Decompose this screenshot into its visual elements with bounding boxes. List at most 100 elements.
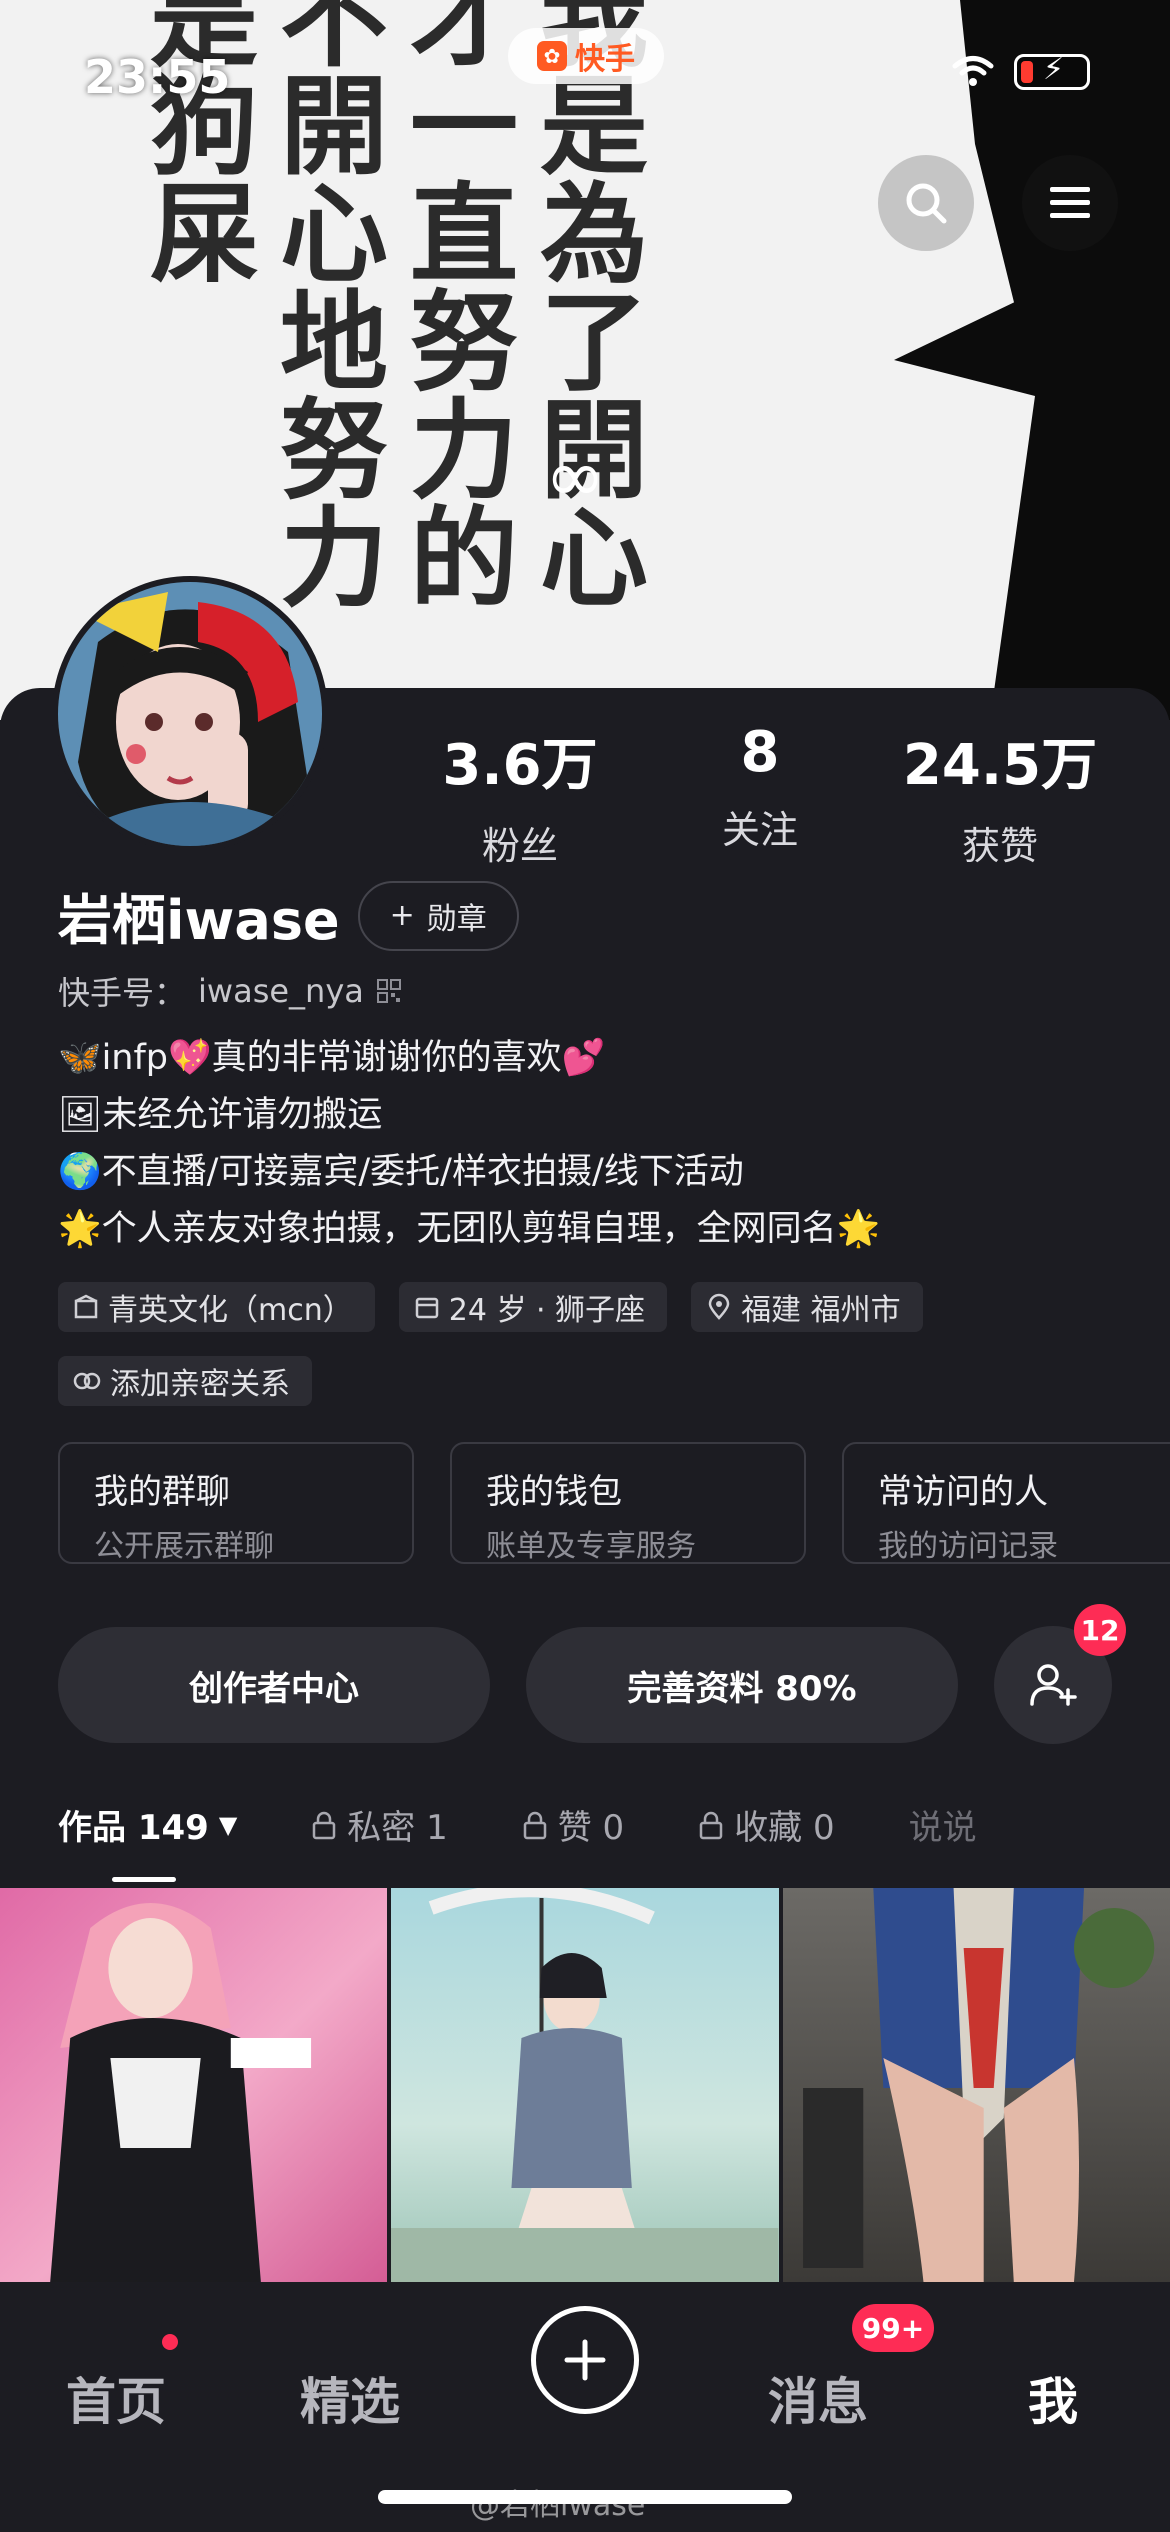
banner-silhouette [894,0,1170,720]
lock-icon [523,1811,546,1839]
friend-request-badge: 12 [1074,1604,1126,1656]
banner-character: 才 [410,0,519,82]
lock-icon [313,1811,336,1839]
banner-character: 開 [280,64,389,190]
stat-label: 关注 [721,808,798,852]
medal-label: 勋章 [426,901,487,937]
kuaishou-id-label: 快手号： [58,974,187,1012]
tab-label: 说说 [908,1808,977,1848]
work-thumbnail[interactable] [0,1888,388,2282]
banner-character: 不 [280,0,389,82]
active-tab-indicator [112,1877,176,1882]
search-button[interactable] [878,155,974,251]
banner-character: 地 [280,280,389,406]
creator-center-button[interactable]: 创作者中心 [58,1627,490,1743]
work-image [391,1888,779,2282]
tab-favorites[interactable]: 收藏 0 [698,1800,835,1849]
banner-character: 屎 [150,172,259,298]
work-thumbnail[interactable] [391,1888,779,2282]
add-relation-button[interactable]: 添加亲密关系 [58,1356,312,1406]
works-grid [0,1888,1170,2282]
bio-line: 🖼未经允许请勿搬运 [58,1095,383,1135]
banner-character: 努 [280,388,389,514]
kuaishou-id: iwase_nya [198,972,364,1010]
kuaishou-pill[interactable]: ✿ 快手 [508,28,664,84]
nav-featured[interactable]: 精选 [300,2362,400,2434]
tab-label: 私密 1 [347,1808,448,1848]
quick-card-subtitle: 公开展示群聊 [94,1529,274,1564]
work-image [50,1903,312,2282]
nav-me[interactable]: 我 [1028,2362,1078,2434]
avatar-image [58,582,322,846]
banner-character: 力 [280,496,389,622]
banner-character: 一 [410,64,519,190]
banner-character: 努 [410,280,519,406]
lock-icon [699,1811,723,1839]
stat-following[interactable]: 8 关注 [640,720,880,870]
medal-button[interactable]: + 勋章 [357,880,519,951]
name-row: 岩栖iwase + 勋章 [58,876,519,955]
wifi-icon [952,56,994,86]
bio-line: 🦋infp💖真的非常谢谢你的喜欢💕 [58,1038,606,1078]
add-user-icon [1030,1664,1077,1706]
caret-down-icon: ▼ [218,1810,238,1839]
infinity-icon: ∞ [545,434,605,518]
banner-character: 直 [410,172,519,298]
stat-followers[interactable]: 3.6万 粉丝 [400,720,640,870]
banner-character: 的 [410,496,519,622]
nav-messages[interactable]: 消息 [768,2362,868,2434]
tag-age[interactable]: 24 岁 · 狮子座 [398,1282,668,1332]
tag-location[interactable]: 福建 福州市 [691,1282,923,1332]
banner-character: 是 [540,64,649,190]
quick-card-wallet[interactable]: 我的钱包 账单及专享服务 [450,1442,806,1564]
profile-tags: 青英文化（mcn） 24 岁 · 狮子座 福建 福州市 [58,1282,923,1332]
stat-likes[interactable]: 24.5万 获赞 [880,720,1120,870]
quick-card-frequent-visitors[interactable]: 常访问的人 我的访问记录 [842,1442,1170,1564]
banner-character: 了 [540,280,649,406]
create-post-button[interactable] [531,2306,639,2414]
tab-moments[interactable]: 说说 [909,1800,977,1849]
profile-name: 岩栖iwase [58,889,340,952]
quick-card-group-chat[interactable]: 我的群聊 公开展示群聊 [58,1442,414,1564]
nav-home[interactable]: 首页 [66,2362,166,2434]
banner-text-column: 我是為了開心 [540,0,648,613]
banner-character: 心 [540,496,649,622]
complete-profile-button[interactable]: 完善资料 80% [526,1627,958,1743]
kuaishou-pill-label: 快手 [575,42,635,77]
status-icons: ⚡ [952,54,1090,90]
stat-label: 获赞 [961,824,1038,868]
stat-label: 粉丝 [481,824,558,868]
status-time: 23:55 [84,50,231,104]
menu-button[interactable] [1022,155,1118,251]
quick-card-subtitle: 账单及专享服务 [486,1529,696,1564]
action-row: 创作者中心 完善资料 80% 12 [58,1604,1126,1744]
tag-label: 24 岁 · 狮子座 [448,1293,646,1328]
tab-works[interactable]: 作品 149 ▼ [58,1800,237,1849]
battery-icon: ⚡ [1014,54,1090,90]
banner-character: 力 [410,388,519,514]
banner-text-column: 不開心地努力 [280,0,388,613]
stat-value: 3.6万 [442,733,598,798]
calendar-icon [415,1297,438,1319]
kuaishou-id-row[interactable]: 快手号： iwase_nya [58,968,402,1014]
add-relation-label: 添加亲密关系 [110,1367,290,1402]
content-tabs: 作品 149 ▼ 私密 1 赞 0 收藏 0 说说 [58,1800,1170,1849]
avatar[interactable] [52,576,328,852]
stat-value: 8 [740,720,780,785]
messages-badge: 99+ [852,2304,934,2352]
work-thumbnail[interactable] [782,1888,1170,2282]
plus-icon: + [389,898,415,933]
banner-text-column: 才一直努力的 [410,0,518,613]
quick-card-title: 我的群聊 [94,1472,230,1512]
stat-value: 24.5万 [902,733,1098,798]
work-image [802,1888,1154,2282]
profile-stats: 3.6万 粉丝 8 关注 24.5万 获赞 [400,720,1120,870]
tag-label: 福建 福州市 [741,1293,901,1328]
building-icon [74,1294,98,1319]
tab-label: 赞 0 [557,1808,625,1848]
tab-label: 收藏 0 [734,1808,835,1848]
tag-mcn[interactable]: 青英文化（mcn） [58,1282,375,1332]
tab-private[interactable]: 私密 1 [311,1800,448,1849]
tab-likes[interactable]: 赞 0 [522,1800,624,1849]
add-friend-button[interactable]: 12 [994,1604,1126,1744]
